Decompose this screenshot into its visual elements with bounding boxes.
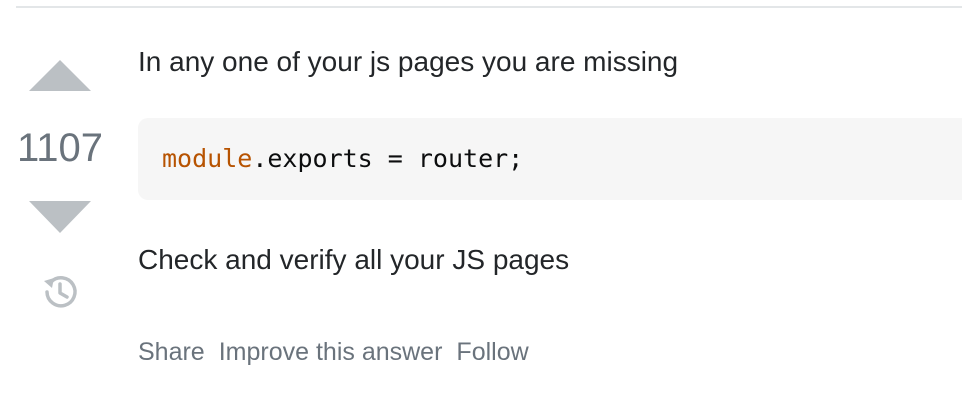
code-block: module.exports = router; [138, 118, 962, 200]
downvote-button[interactable] [28, 200, 92, 234]
upvote-button[interactable] [28, 58, 92, 92]
history-button[interactable] [40, 272, 80, 312]
top-divider [16, 6, 962, 8]
code-keyword: module [162, 144, 253, 173]
follow-link[interactable]: Follow [456, 336, 528, 368]
history-icon [44, 276, 77, 308]
post-actions: Share Improve this answer Follow [138, 336, 543, 368]
triangle-up-icon [29, 60, 91, 91]
improve-answer-link[interactable]: Improve this answer [219, 336, 443, 368]
code-line: module.exports = router; [162, 142, 523, 176]
answer-paragraph: In any one of your js pages you are miss… [138, 46, 679, 77]
vote-column: 1107 [0, 0, 120, 402]
answer-paragraph: Check and verify all your JS pages [138, 244, 570, 275]
triangle-down-icon [29, 201, 91, 233]
vote-count: 1107 [16, 126, 103, 170]
share-link[interactable]: Share [138, 336, 205, 368]
code-text: .exports = router; [252, 144, 524, 173]
